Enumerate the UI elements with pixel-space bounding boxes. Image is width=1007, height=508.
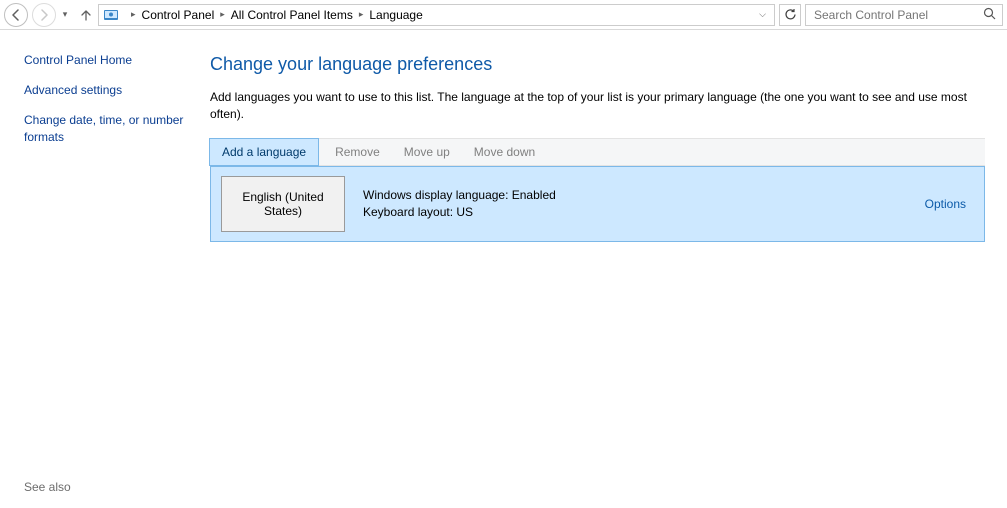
address-dropdown-icon[interactable]: ⌵ — [755, 9, 770, 20]
chevron-right-icon: ▸ — [359, 9, 364, 20]
breadcrumb-item[interactable]: Language — [369, 8, 422, 22]
see-also-heading: See also — [24, 480, 188, 498]
chevron-right-icon: ▸ — [220, 9, 225, 20]
search-box[interactable] — [805, 4, 1003, 26]
main-content: Change your language preferences Add lan… — [200, 30, 1007, 508]
sidebar-link-home[interactable]: Control Panel Home — [24, 52, 188, 68]
move-up-button[interactable]: Move up — [392, 139, 462, 165]
language-details: Windows display language: Enabled Keyboa… — [363, 187, 925, 221]
sidebar-link-datetime[interactable]: Change date, time, or number formats — [24, 112, 188, 144]
language-name: English (United States) — [221, 176, 345, 232]
language-toolbar: Add a language Remove Move up Move down — [210, 138, 985, 166]
page-description: Add languages you want to use to this li… — [210, 89, 970, 124]
forward-button[interactable] — [32, 3, 56, 27]
page-title: Change your language preferences — [210, 54, 985, 75]
move-down-button[interactable]: Move down — [462, 139, 547, 165]
address-toolbar: ▾ ▸ Control Panel ▸ All Control Panel Ite… — [0, 0, 1007, 30]
breadcrumb-item[interactable]: Control Panel — [142, 8, 215, 22]
control-panel-icon — [103, 7, 119, 23]
address-bar[interactable]: ▸ Control Panel ▸ All Control Panel Items… — [98, 4, 775, 26]
refresh-button[interactable] — [779, 4, 801, 26]
sidebar-link-advanced[interactable]: Advanced settings — [24, 82, 188, 98]
breadcrumb-item[interactable]: All Control Panel Items — [231, 8, 353, 22]
search-input[interactable] — [812, 7, 983, 23]
add-language-button[interactable]: Add a language — [209, 138, 319, 166]
language-options-link[interactable]: Options — [925, 197, 966, 211]
display-language-line: Windows display language: Enabled — [363, 187, 925, 204]
up-button[interactable] — [76, 3, 96, 27]
recent-locations-dropdown[interactable]: ▾ — [60, 9, 70, 20]
remove-button[interactable]: Remove — [323, 139, 392, 165]
back-button[interactable] — [4, 3, 28, 27]
keyboard-layout-line: Keyboard layout: US — [363, 204, 925, 221]
search-icon[interactable] — [983, 7, 996, 23]
chevron-right-icon: ▸ — [131, 9, 136, 20]
sidebar: Control Panel Home Advanced settings Cha… — [0, 30, 200, 508]
language-list-item[interactable]: English (United States) Windows display … — [210, 166, 985, 242]
